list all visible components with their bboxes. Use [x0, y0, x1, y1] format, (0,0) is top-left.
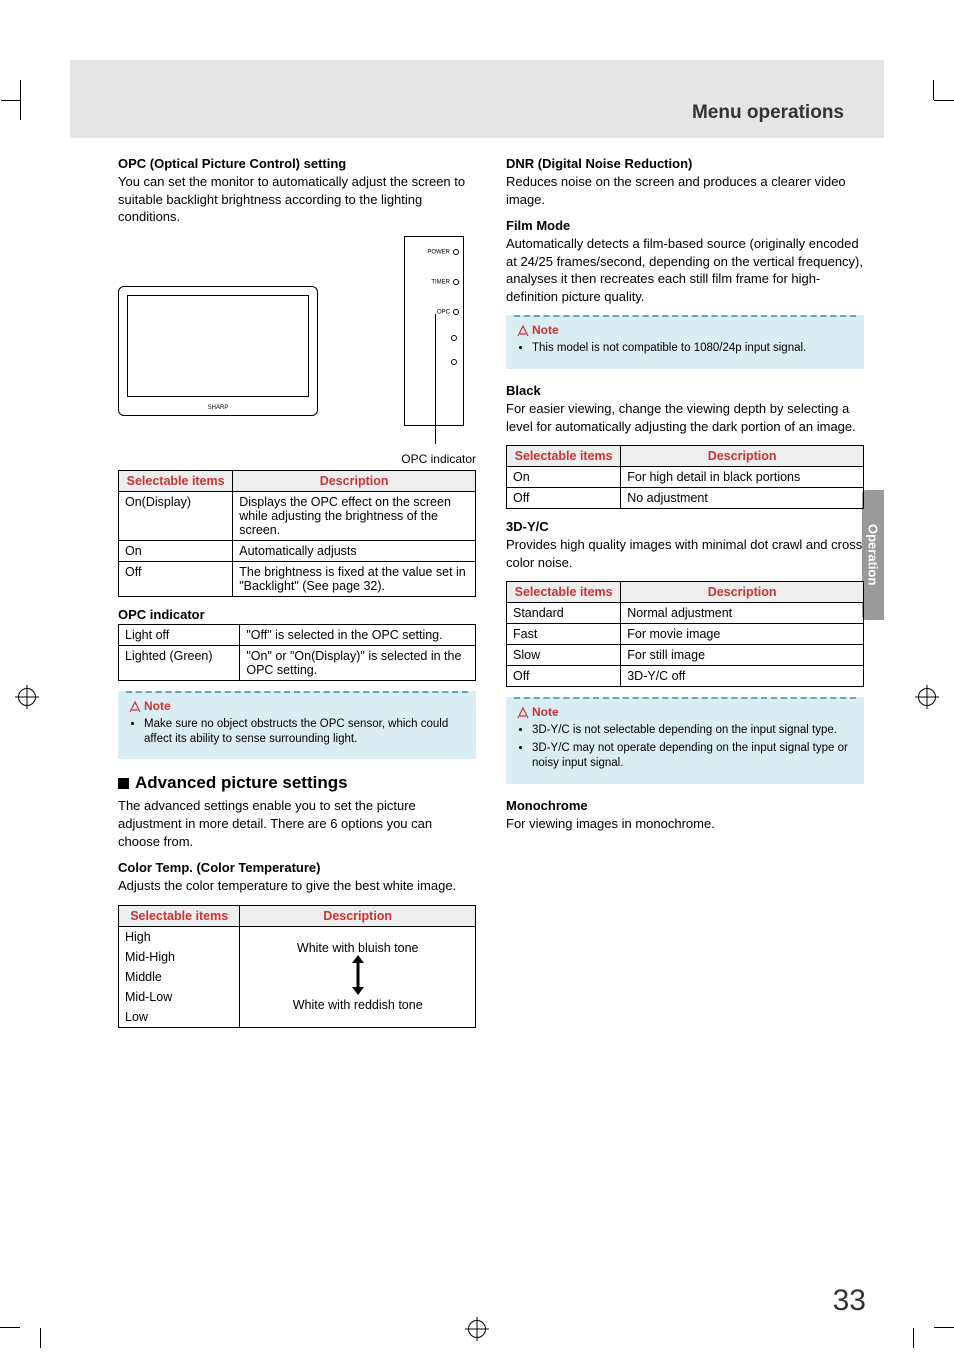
- page-number: 33: [833, 1284, 866, 1318]
- dnr-heading: DNR (Digital Noise Reduction): [506, 156, 864, 171]
- color-temp-heading: Color Temp. (Color Temperature): [118, 860, 476, 875]
- note-icon: [516, 706, 530, 720]
- arrow-up-down-icon: [351, 955, 365, 995]
- left-column: OPC (Optical Picture Control) setting Yo…: [118, 156, 476, 1038]
- figure-caption: OPC indicator: [118, 452, 476, 466]
- advanced-heading: Advanced picture settings: [118, 773, 476, 793]
- opc-body: You can set the monitor to automatically…: [118, 173, 476, 226]
- opc-indicator-table: Light off"Off" is selected in the OPC se…: [118, 624, 476, 681]
- black-table: Selectable itemsDescription OnFor high d…: [506, 445, 864, 509]
- opc-indicator-heading: OPC indicator: [118, 607, 476, 622]
- crop-mark: [20, 80, 60, 120]
- crop-mark: [894, 80, 934, 120]
- note-box: Note This model is not compatible to 108…: [506, 315, 864, 369]
- color-temp-body: Adjusts the color temperature to give th…: [118, 877, 476, 895]
- header-band: Menu operations: [70, 60, 884, 138]
- bullet-square-icon: [118, 778, 129, 789]
- advanced-body: The advanced settings enable you to set …: [118, 797, 476, 850]
- mono-heading: Monochrome: [506, 798, 864, 813]
- crop-mark: [894, 1308, 934, 1348]
- black-heading: Black: [506, 383, 864, 398]
- film-heading: Film Mode: [506, 218, 864, 233]
- registration-mark: [468, 1320, 486, 1338]
- tv-logo: SHARP: [208, 405, 229, 411]
- note-box: Note 3D-Y/C is not selectable depending …: [506, 697, 864, 784]
- yc-table: Selectable itemsDescription StandardNorm…: [506, 581, 864, 687]
- opc-table: Selectable itemsDescription On(Display)D…: [118, 470, 476, 597]
- film-body: Automatically detects a film-based sourc…: [506, 235, 864, 305]
- yc-body: Provides high quality images with minima…: [506, 536, 864, 571]
- color-temp-table: Selectable itemsDescription High Mid-Hig…: [118, 905, 476, 1028]
- right-column: DNR (Digital Noise Reduction) Reduces no…: [506, 156, 864, 1038]
- note-icon: [128, 700, 142, 714]
- opc-heading: OPC (Optical Picture Control) setting: [118, 156, 476, 171]
- note-icon: [516, 324, 530, 338]
- note-box: Note Make sure no object obstructs the O…: [118, 691, 476, 760]
- mono-body: For viewing images in monochrome.: [506, 815, 864, 833]
- dnr-body: Reduces noise on the screen and produces…: [506, 173, 864, 208]
- opc-figure: SHARP POWER TIMER OPC: [118, 236, 476, 446]
- yc-heading: 3D-Y/C: [506, 519, 864, 534]
- black-body: For easier viewing, change the viewing d…: [506, 400, 864, 435]
- page-title: Menu operations: [692, 102, 844, 124]
- crop-mark: [20, 1308, 60, 1348]
